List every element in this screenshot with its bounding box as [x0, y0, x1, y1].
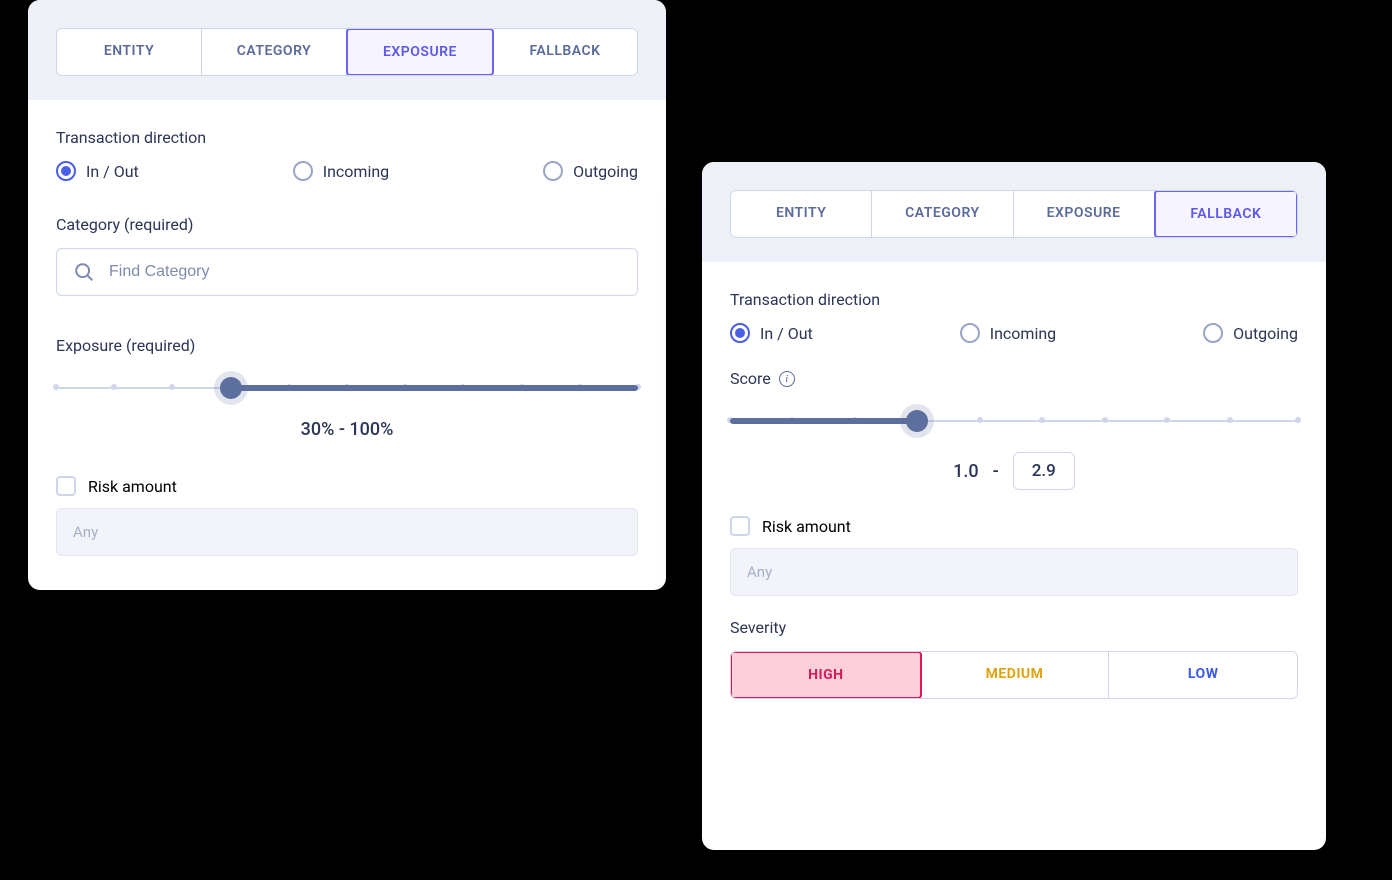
tab-fallback[interactable]: FALLBACK: [493, 29, 637, 75]
direction-radios: In / Out Incoming Outgoing: [730, 323, 1298, 343]
radio-label: Outgoing: [1233, 324, 1298, 343]
radio-incoming[interactable]: Incoming: [293, 161, 389, 181]
radio-label: Incoming: [990, 324, 1056, 343]
tabs-bar: ENTITY CATEGORY EXPOSURE FALLBACK: [702, 162, 1326, 262]
tabs: ENTITY CATEGORY EXPOSURE FALLBACK: [730, 190, 1298, 238]
slider-tick: [977, 417, 983, 423]
slider-tick: [53, 384, 59, 390]
score-label-text: Score: [730, 369, 771, 388]
risk-amount-label: Risk amount: [88, 477, 177, 496]
tab-category[interactable]: CATEGORY: [202, 29, 347, 75]
slider-tick: [169, 384, 175, 390]
tabs-bar: ENTITY CATEGORY EXPOSURE FALLBACK: [28, 0, 666, 100]
radio-label: In / Out: [86, 162, 139, 181]
tab-entity[interactable]: ENTITY: [57, 29, 202, 75]
exposure-panel: ENTITY CATEGORY EXPOSURE FALLBACK Transa…: [28, 0, 666, 590]
slider-tick: [111, 384, 117, 390]
risk-amount-input: Any: [730, 548, 1298, 596]
radio-outgoing[interactable]: Outgoing: [1203, 323, 1298, 343]
exposure-slider[interactable]: [56, 369, 638, 409]
score-values: 1.0 - 2.9: [730, 452, 1298, 490]
radio-label: Incoming: [323, 162, 389, 181]
score-max-input[interactable]: 2.9: [1013, 452, 1075, 490]
radio-in-out[interactable]: In / Out: [56, 161, 139, 181]
tab-entity[interactable]: ENTITY: [731, 191, 872, 237]
category-input[interactable]: [109, 263, 621, 281]
slider-tick: [1164, 417, 1170, 423]
radio-icon: [960, 323, 980, 343]
score-slider[interactable]: [730, 402, 1298, 442]
radio-icon: [293, 161, 313, 181]
checkbox-icon[interactable]: [56, 476, 76, 496]
risk-amount-row[interactable]: Risk amount: [56, 476, 638, 496]
slider-tick: [1102, 417, 1108, 423]
radio-icon: [730, 323, 750, 343]
tab-exposure[interactable]: EXPOSURE: [1014, 191, 1155, 237]
info-icon[interactable]: i: [779, 371, 795, 387]
direction-radios: In / Out Incoming Outgoing: [56, 161, 638, 181]
radio-label: Outgoing: [573, 162, 638, 181]
radio-icon: [1203, 323, 1223, 343]
exposure-values: 30% - 100%: [56, 419, 638, 440]
severity-medium[interactable]: MEDIUM: [921, 652, 1110, 698]
search-icon: [73, 261, 95, 283]
risk-amount-row[interactable]: Risk amount: [730, 516, 1298, 536]
direction-label: Transaction direction: [730, 290, 1298, 309]
tab-category[interactable]: CATEGORY: [872, 191, 1013, 237]
severity-toggle: HIGH MEDIUM LOW: [730, 651, 1298, 699]
risk-amount-input: Any: [56, 508, 638, 556]
checkbox-icon[interactable]: [730, 516, 750, 536]
form-body: Transaction direction In / Out Incoming …: [28, 100, 666, 590]
category-search[interactable]: [56, 248, 638, 296]
severity-low[interactable]: LOW: [1109, 652, 1297, 698]
radio-label: In / Out: [760, 324, 813, 343]
radio-in-out[interactable]: In / Out: [730, 323, 813, 343]
severity-high[interactable]: HIGH: [730, 651, 922, 699]
slider-tick: [1295, 417, 1301, 423]
fallback-panel: ENTITY CATEGORY EXPOSURE FALLBACK Transa…: [702, 162, 1326, 850]
score-dash: -: [993, 461, 999, 482]
direction-label: Transaction direction: [56, 128, 638, 147]
category-label: Category (required): [56, 215, 638, 234]
score-label: Score i: [730, 369, 1298, 388]
slider-fill: [231, 385, 638, 391]
radio-incoming[interactable]: Incoming: [960, 323, 1056, 343]
slider-tick: [1039, 417, 1045, 423]
form-body: Transaction direction In / Out Incoming …: [702, 262, 1326, 733]
radio-icon: [543, 161, 563, 181]
tabs: ENTITY CATEGORY EXPOSURE FALLBACK: [56, 28, 638, 76]
slider-tick: [1227, 417, 1233, 423]
severity-label: Severity: [730, 618, 1298, 637]
slider-handle[interactable]: [220, 377, 242, 399]
score-min: 1.0: [953, 461, 978, 482]
risk-amount-label: Risk amount: [762, 517, 851, 536]
tab-exposure[interactable]: EXPOSURE: [346, 28, 494, 76]
slider-handle[interactable]: [906, 410, 928, 432]
slider-fill: [730, 418, 917, 424]
tab-fallback[interactable]: FALLBACK: [1154, 190, 1298, 238]
radio-outgoing[interactable]: Outgoing: [543, 161, 638, 181]
radio-icon: [56, 161, 76, 181]
exposure-label: Exposure (required): [56, 336, 638, 355]
